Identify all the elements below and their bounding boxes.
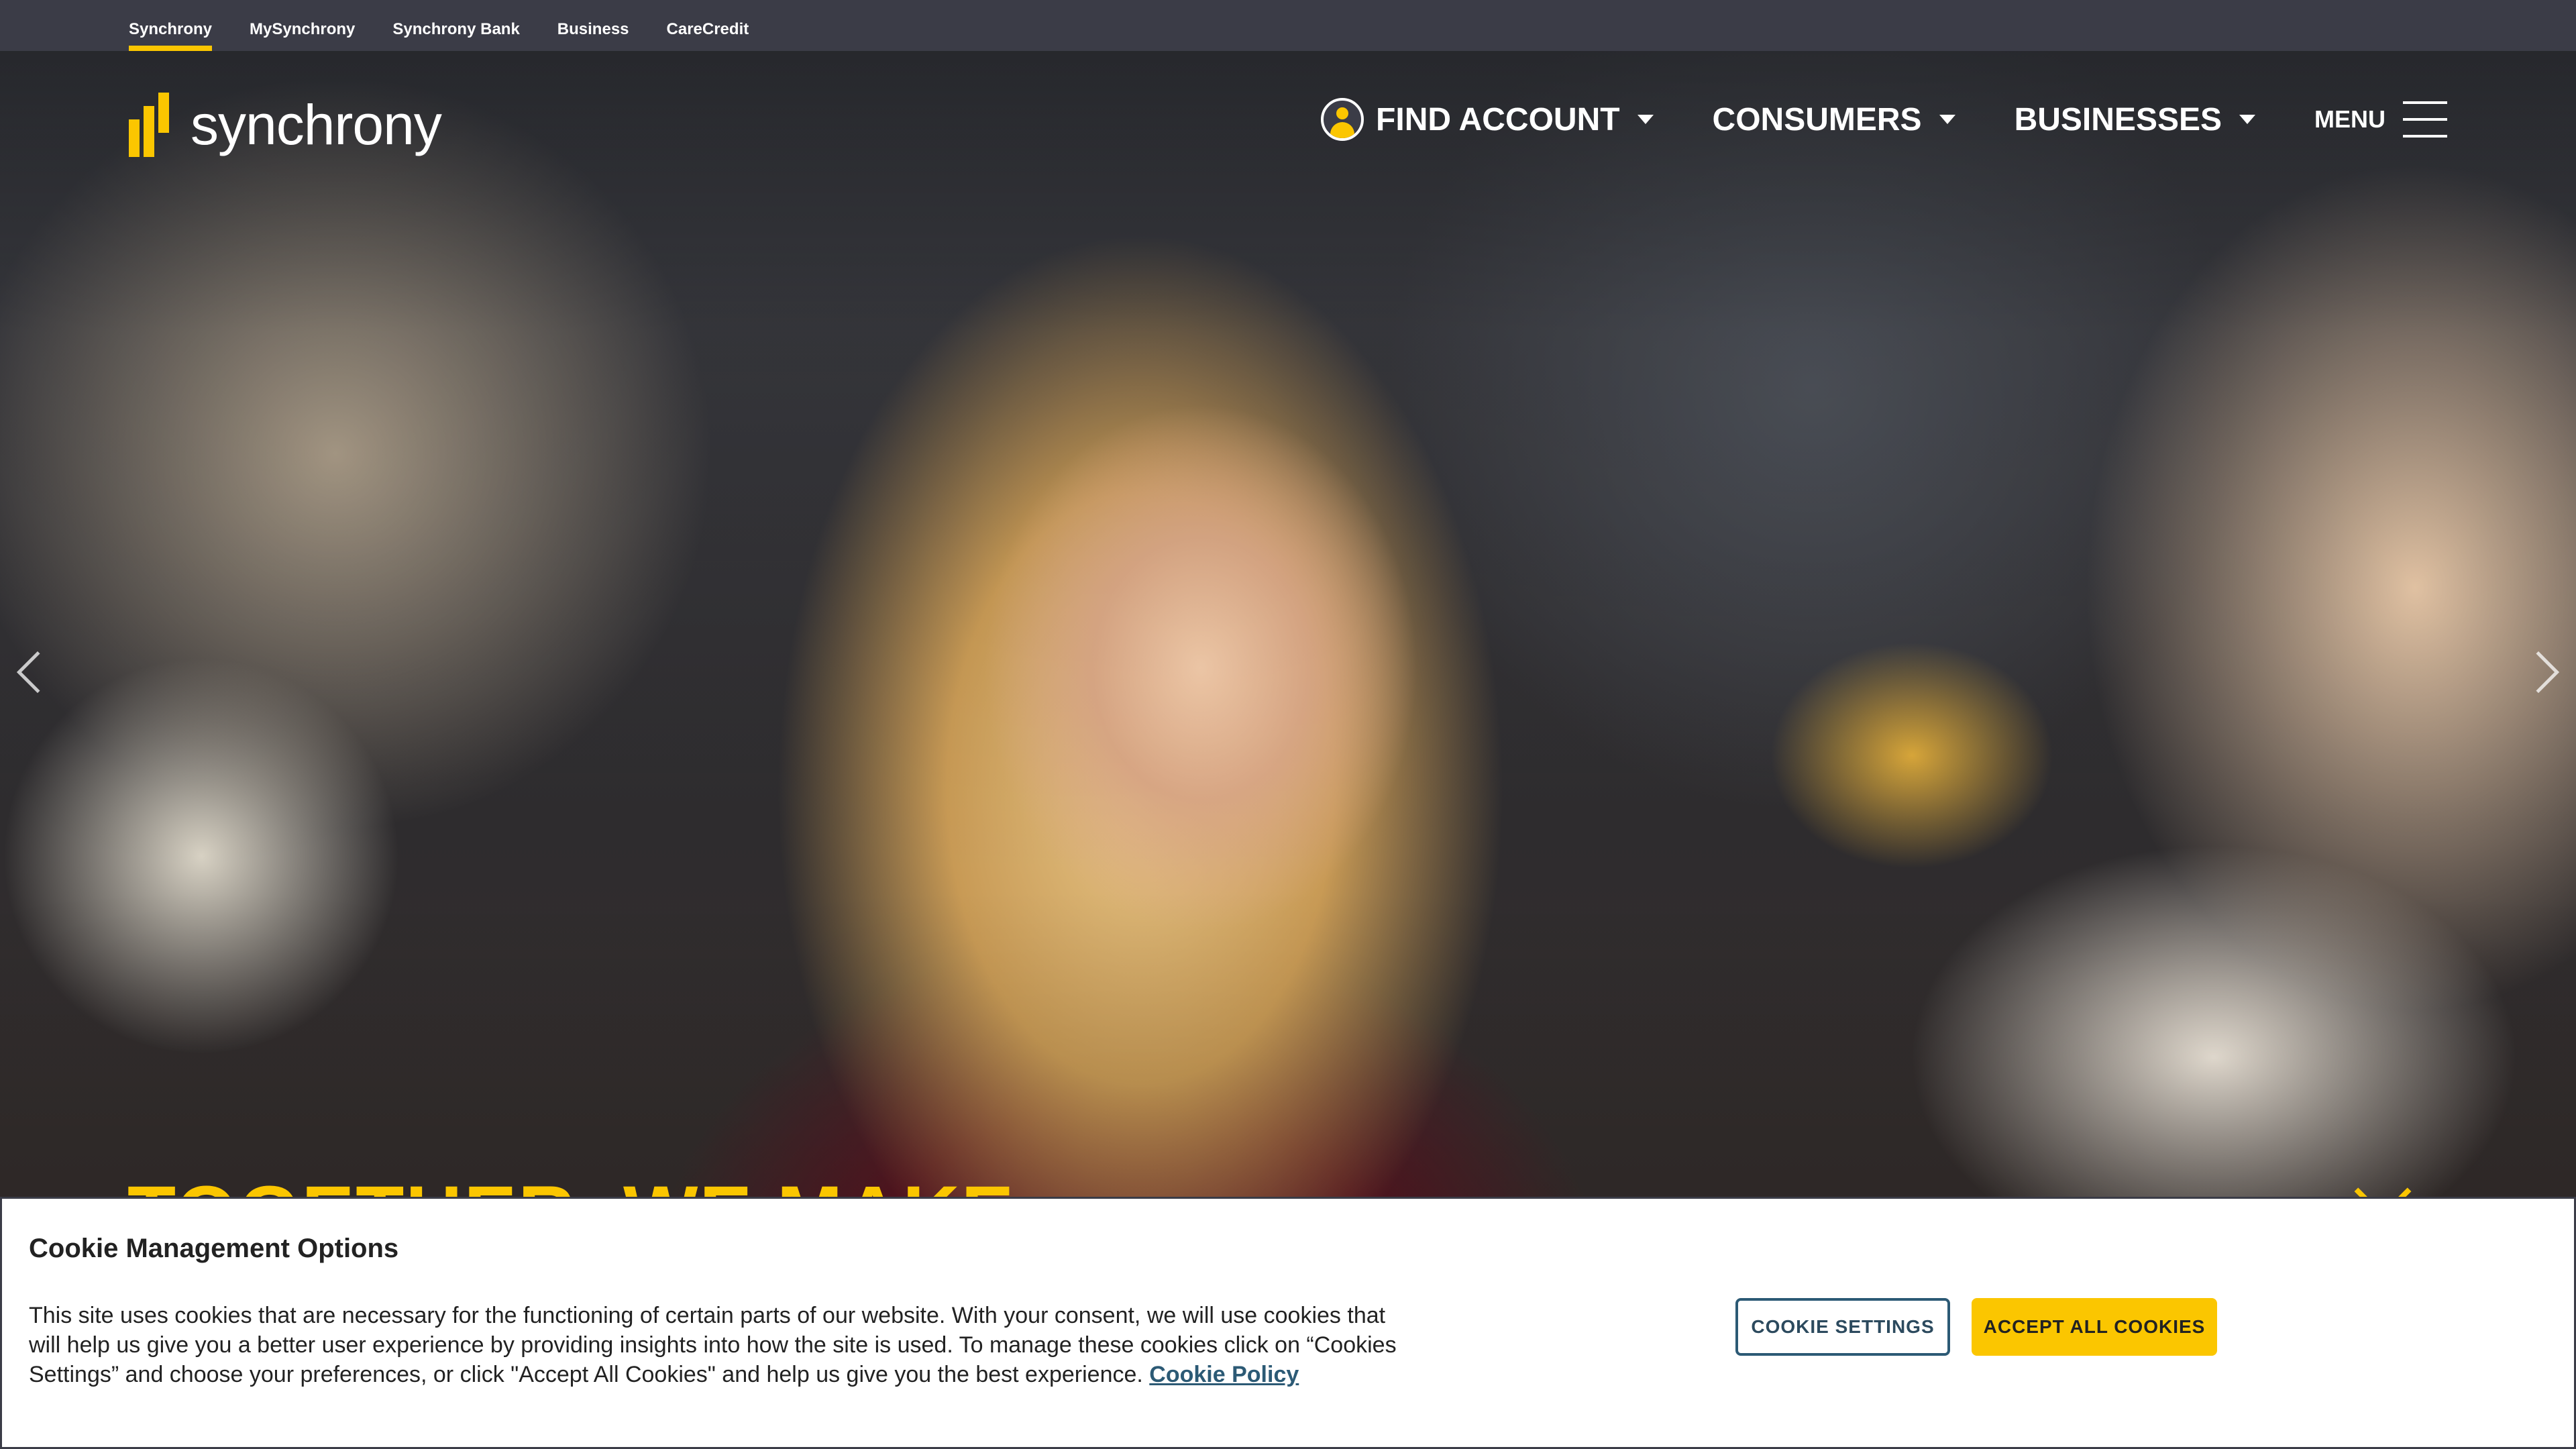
util-link-carecredit[interactable]: CareCredit	[667, 0, 749, 51]
utility-links: Synchrony MySynchrony Synchrony Bank Bus…	[129, 0, 786, 51]
util-link-synchrony-bank[interactable]: Synchrony Bank	[392, 0, 519, 51]
util-link-business[interactable]: Business	[557, 0, 629, 51]
accept-all-cookies-button[interactable]: ACCEPT ALL COOKIES	[1972, 1298, 2217, 1356]
cookie-banner-title: Cookie Management Options	[29, 1234, 399, 1263]
businesses-label: BUSINESSES	[2014, 101, 2222, 138]
logo-text: synchrony	[191, 93, 442, 156]
cookie-banner: Cookie Management Options This site uses…	[0, 1197, 2576, 1449]
util-link-mysynchrony[interactable]: MySynchrony	[250, 0, 355, 51]
consumers-label: CONSUMERS	[1712, 101, 1922, 138]
synchrony-logo[interactable]: synchrony	[129, 91, 442, 158]
cookie-settings-button[interactable]: COOKIE SETTINGS	[1735, 1298, 1950, 1356]
util-link-synchrony[interactable]: Synchrony	[129, 0, 213, 51]
user-account-icon	[1321, 98, 1364, 141]
menu-button[interactable]: MENU	[2314, 101, 2447, 138]
caret-down-icon	[2239, 115, 2255, 124]
logo-mark-icon	[129, 93, 177, 157]
cookie-banner-text: This site uses cookies that are necessar…	[29, 1301, 1397, 1389]
menu-label: MENU	[2314, 105, 2385, 133]
caret-down-icon	[1939, 115, 1955, 124]
main-nav: FIND ACCOUNT CONSUMERS BUSINESSES MENU	[1321, 94, 2447, 145]
businesses-menu[interactable]: BUSINESSES	[2015, 101, 2255, 138]
find-account-menu[interactable]: FIND ACCOUNT	[1321, 98, 1654, 141]
utility-bar: Synchrony MySynchrony Synchrony Bank Bus…	[0, 0, 2576, 51]
find-account-label: FIND ACCOUNT	[1376, 101, 1620, 138]
consumers-menu[interactable]: CONSUMERS	[1713, 101, 1955, 138]
cookie-policy-link[interactable]: Cookie Policy	[1149, 1362, 1299, 1387]
caret-down-icon	[1637, 115, 1654, 124]
hamburger-icon	[2403, 101, 2447, 138]
